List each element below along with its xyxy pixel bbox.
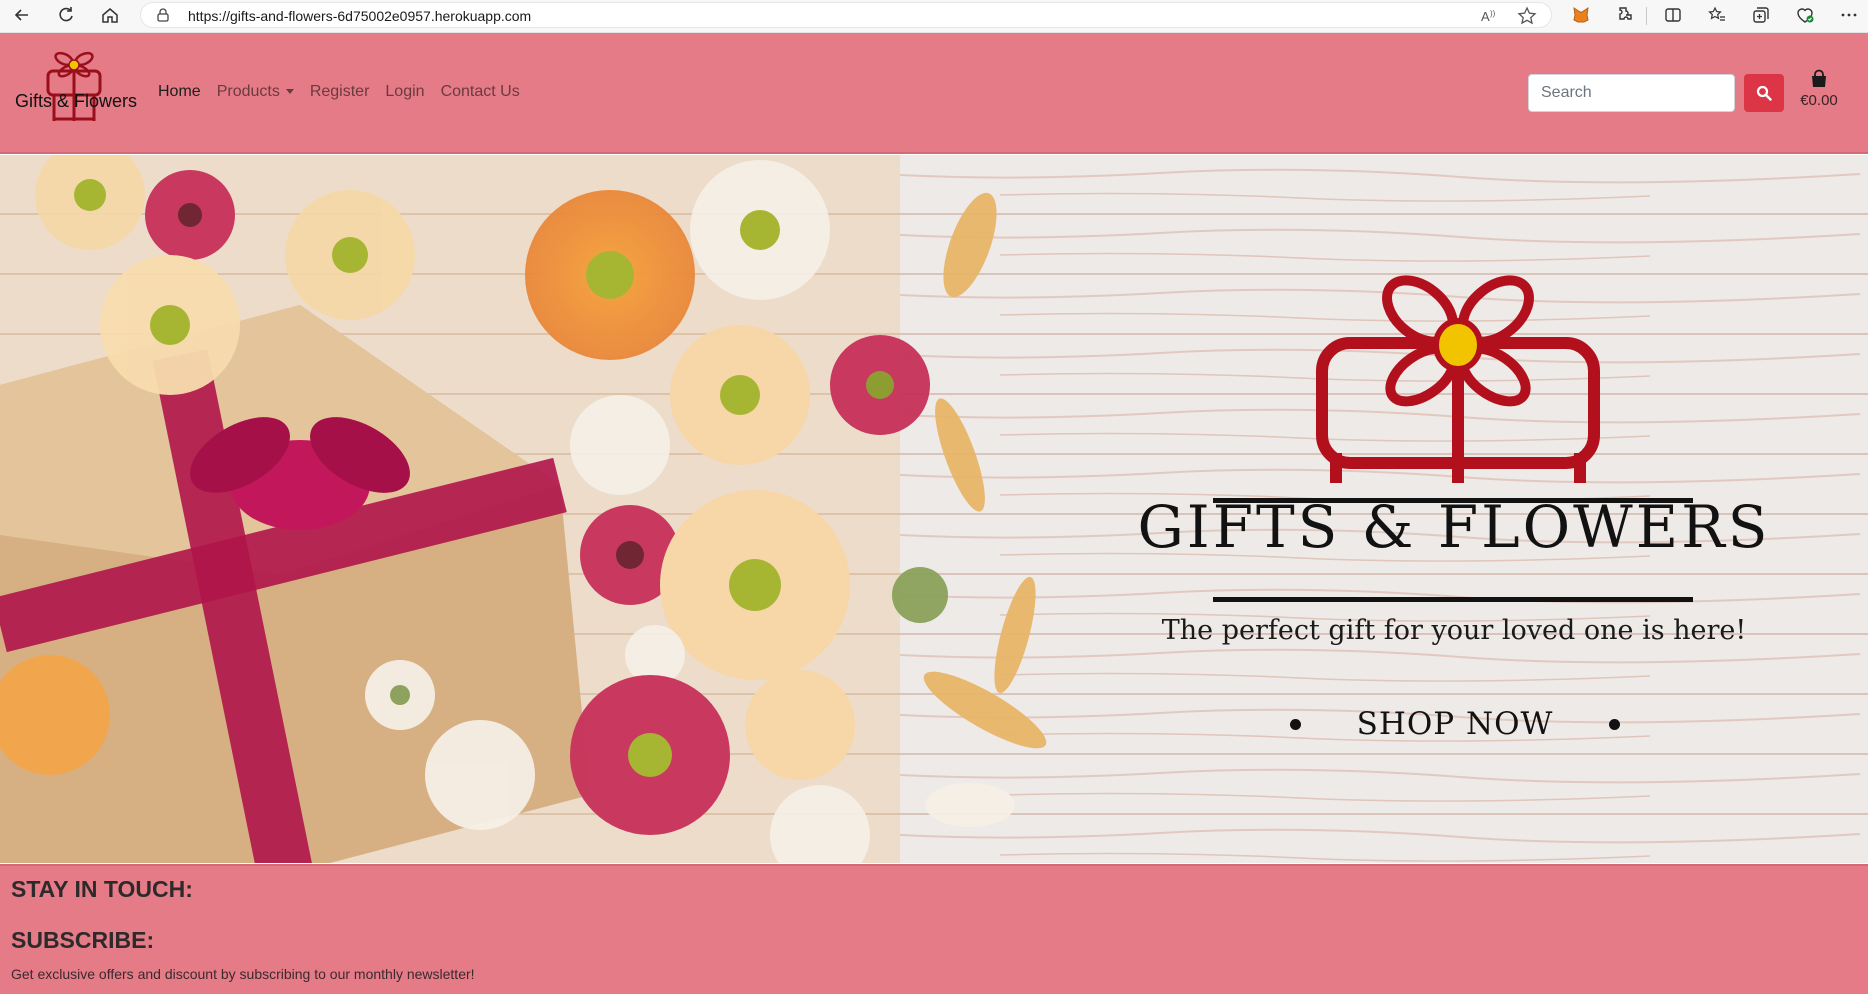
- lock-icon[interactable]: [155, 7, 171, 23]
- gift-logo-icon: [46, 51, 102, 121]
- collections-icon[interactable]: [1750, 4, 1772, 26]
- nav-login[interactable]: Login: [385, 83, 424, 101]
- favorites-icon[interactable]: [1706, 4, 1728, 26]
- nav-products-label: Products: [216, 83, 280, 100]
- search-input[interactable]: Search: [1528, 74, 1735, 112]
- hero-banner: GIFTS & FLOWERS The perfect gift for you…: [0, 155, 1868, 863]
- site-logo[interactable]: Gifts & Flowers: [12, 51, 137, 143]
- nav-register[interactable]: Register: [310, 83, 370, 101]
- nav-contact-us[interactable]: Contact Us: [441, 83, 520, 101]
- favorite-star-icon[interactable]: [1517, 6, 1537, 26]
- refresh-icon[interactable]: [48, 0, 84, 30]
- bullet-icon: [1609, 718, 1620, 730]
- shopping-bag-link[interactable]: €0.00: [1796, 69, 1842, 115]
- address-bar[interactable]: https://gifts-and-flowers-6d75002e0957.h…: [140, 2, 1552, 28]
- hero-divider-bottom: [1213, 597, 1693, 602]
- metamask-fox-icon[interactable]: [1570, 4, 1592, 26]
- search-icon: [1756, 85, 1772, 101]
- subscribe-heading: SUBSCRIBE:: [11, 927, 155, 953]
- search-button[interactable]: [1744, 74, 1784, 112]
- url-text[interactable]: https://gifts-and-flowers-6d75002e0957.h…: [188, 8, 531, 24]
- site-footer: STAY IN TOUCH: SUBSCRIBE: Get exclusive …: [0, 864, 1868, 994]
- split-screen-icon[interactable]: [1662, 4, 1684, 26]
- back-icon[interactable]: [4, 0, 40, 30]
- browser-toolbar: https://gifts-and-flowers-6d75002e0957.h…: [0, 0, 1868, 33]
- extensions-icon[interactable]: [1614, 4, 1636, 26]
- nav-home[interactable]: Home: [158, 83, 201, 101]
- svg-text:)): )): [1490, 9, 1496, 18]
- bag-total: €0.00: [1800, 92, 1838, 109]
- bullet-icon: [1290, 718, 1301, 730]
- browser-essentials-icon[interactable]: [1794, 4, 1816, 26]
- site-header: Gifts & Flowers Home Products Register L…: [0, 33, 1868, 154]
- home-icon[interactable]: [92, 0, 128, 30]
- nav-products-dropdown[interactable]: Products: [217, 83, 294, 101]
- stay-in-touch-heading: STAY IN TOUCH:: [11, 876, 193, 902]
- logo-text[interactable]: Gifts & Flowers: [15, 91, 137, 112]
- hero-brand-title: GIFTS & FLOWERS: [1137, 493, 1771, 561]
- shop-now-label: SHOP NOW: [1356, 706, 1554, 742]
- more-icon[interactable]: [1838, 4, 1860, 26]
- main-nav: Home Products Register Login Contact Us: [158, 83, 536, 101]
- read-aloud-icon[interactable]: A)): [1479, 6, 1499, 26]
- newsletter-text: Get exclusive offers and discount by sub…: [11, 966, 475, 982]
- shopping-bag-icon: [1812, 69, 1826, 87]
- chevron-down-icon: [285, 89, 294, 95]
- toolbar-divider: [1646, 7, 1647, 25]
- shop-now-button[interactable]: SHOP NOW: [1290, 700, 1620, 748]
- hero-tagline: The perfect gift for your loved one is h…: [1161, 615, 1747, 646]
- svg-text:A: A: [1481, 9, 1490, 24]
